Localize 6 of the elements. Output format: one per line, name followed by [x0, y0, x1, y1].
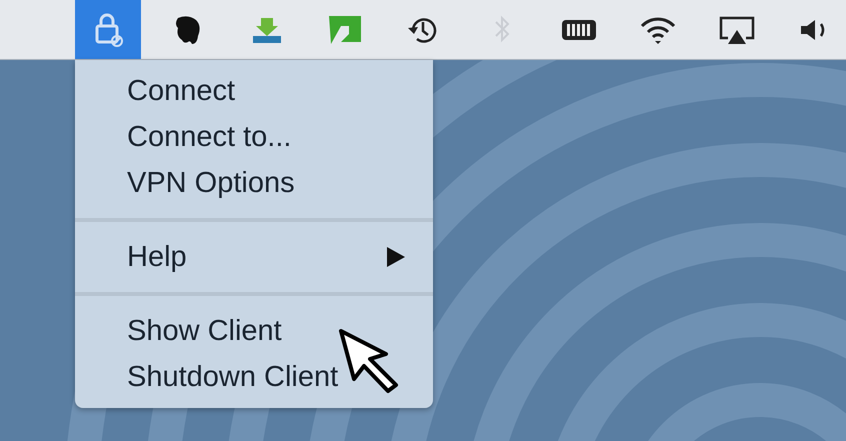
menu-item[interactable]: VPN Options: [75, 160, 433, 206]
menu-item[interactable]: Connect: [75, 68, 433, 114]
menu-item[interactable]: Show Client: [75, 308, 433, 354]
menu-item[interactable]: Shutdown Client: [75, 354, 433, 400]
menu-item[interactable]: Help: [75, 234, 433, 280]
menu-item[interactable]: Connect to...: [75, 114, 433, 160]
